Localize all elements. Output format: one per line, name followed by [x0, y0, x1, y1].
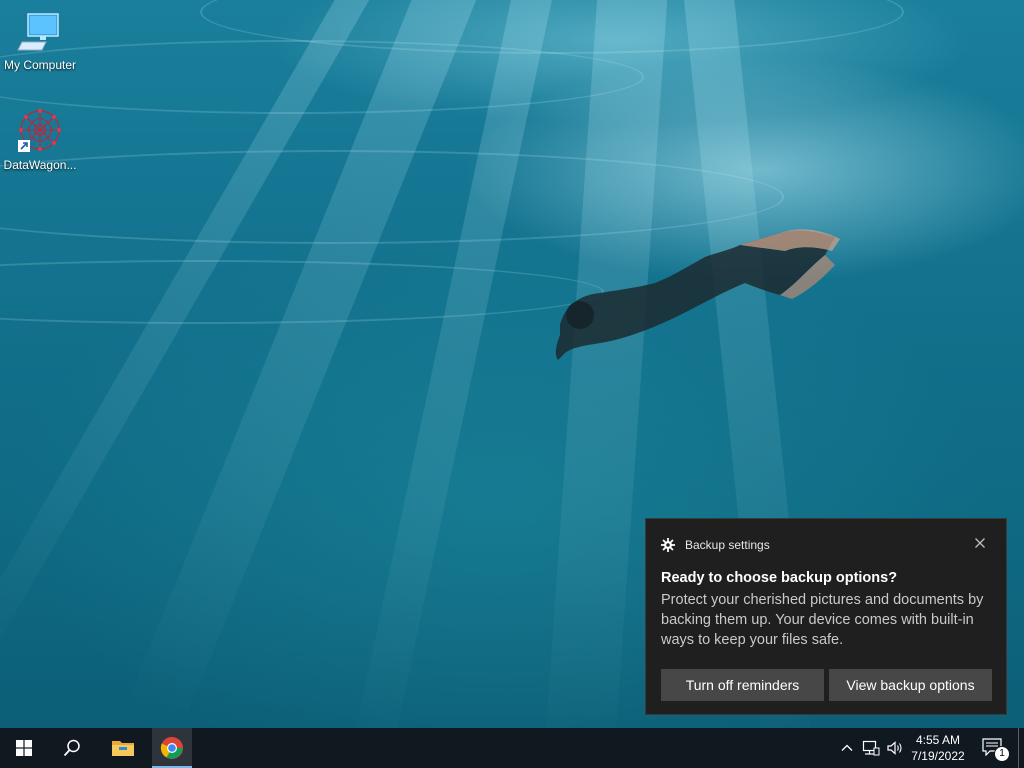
turn-off-reminders-button[interactable]: Turn off reminders: [661, 669, 824, 701]
view-backup-options-button[interactable]: View backup options: [829, 669, 992, 701]
notification-count-badge: 1: [994, 746, 1010, 762]
desktop-icon-label: DataWagon...: [3, 158, 77, 172]
diver-silhouette: [555, 229, 840, 360]
file-explorer-icon: [112, 741, 134, 756]
search-button[interactable]: [48, 728, 96, 768]
search-icon: [63, 739, 80, 757]
close-icon: [975, 538, 985, 548]
toast-body: Protect your cherished pictures and docu…: [661, 592, 984, 648]
desktop-icon-label: My Computer: [3, 58, 77, 72]
computer-icon: [16, 8, 64, 56]
water-ripple: [0, 260, 604, 324]
taskbar: 4:55 AM 7/19/2022 1: [0, 728, 1024, 768]
chrome-icon: [160, 736, 183, 759]
network-icon: [862, 740, 880, 756]
clock-time: 4:55 AM: [915, 733, 961, 747]
clock-date: 7/19/2022: [911, 749, 965, 763]
taskbar-clock[interactable]: 4:55 AM 7/19/2022: [904, 732, 972, 764]
desktop-icon-datawagon[interactable]: DataWagon...: [0, 108, 80, 172]
show-hidden-icons-button[interactable]: [839, 740, 855, 756]
desktop-icon-my-computer[interactable]: My Computer: [0, 8, 80, 72]
action-center-button[interactable]: 1: [982, 738, 1010, 762]
chrome-taskbar-button[interactable]: [152, 728, 192, 768]
datawagon-shortcut-icon: [16, 108, 64, 156]
volume-tray-button[interactable]: [886, 740, 902, 756]
gear-icon: [661, 538, 675, 552]
network-tray-button[interactable]: [862, 740, 880, 756]
start-icon: [16, 740, 32, 756]
file-explorer-button[interactable]: [99, 728, 147, 768]
start-button[interactable]: [0, 728, 48, 768]
toast-header: Backup settings: [661, 537, 770, 553]
toast-title: Ready to choose backup options?: [661, 570, 898, 586]
toast-app-name: Backup settings: [685, 538, 770, 552]
backup-toast-notification: Backup settings Ready to choose backup o…: [645, 518, 1007, 715]
chevron-up-icon: [841, 744, 853, 751]
show-desktop-button[interactable]: [1018, 728, 1024, 768]
toast-close-button[interactable]: [972, 535, 988, 551]
speaker-icon: [887, 741, 902, 755]
